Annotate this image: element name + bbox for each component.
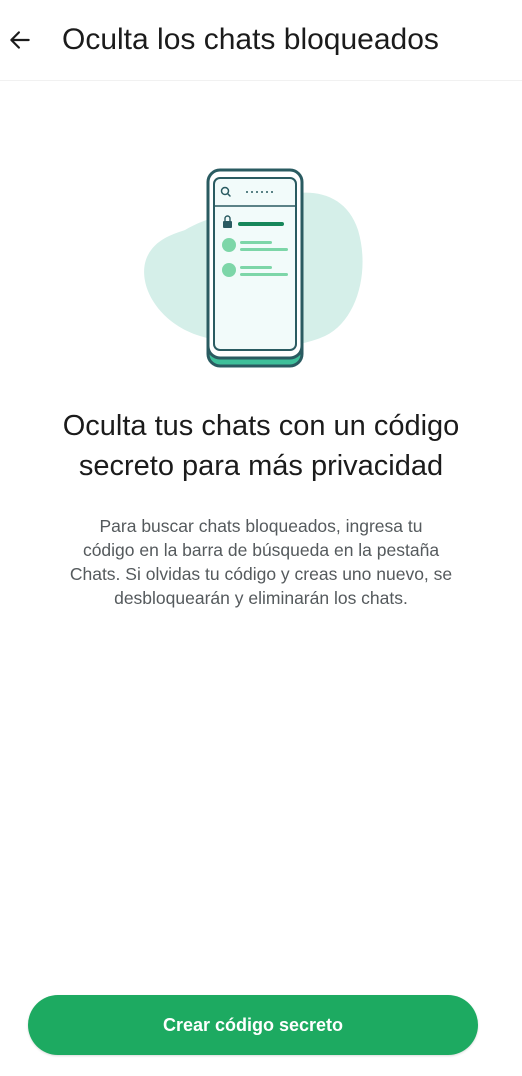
description-line-2: código en la barra de búsqueda en la pes… xyxy=(82,540,440,560)
app-bar: Oculta los chats bloqueados xyxy=(0,0,522,81)
create-secret-code-label: Crear código secreto xyxy=(162,1014,344,1035)
headline: Oculta tus chats con un código secreto p… xyxy=(0,406,522,486)
back-button[interactable] xyxy=(4,20,36,60)
description: Para buscar chats bloqueados, ingresa tu… xyxy=(14,514,508,610)
create-secret-code-button[interactable]: Crear código secreto xyxy=(28,995,478,1055)
phone-illustration xyxy=(144,168,363,368)
description-line-4: desbloquearán y eliminarán los chats. xyxy=(114,588,408,608)
description-line-3: Chats. Si olvidas tu código y creas uno … xyxy=(69,564,453,584)
headline-line-2: secreto para más privacidad xyxy=(78,450,444,482)
chat-avatar xyxy=(222,263,236,277)
locked-chats-illustration xyxy=(130,160,380,380)
arrow-left-icon xyxy=(10,31,30,49)
chat-avatar xyxy=(222,238,236,252)
headline-line-1: Oculta tus chats con un código xyxy=(62,410,460,442)
description-line-1: Para buscar chats bloqueados, ingresa tu xyxy=(99,516,423,536)
page-title: Oculta los chats bloqueados xyxy=(62,23,439,56)
